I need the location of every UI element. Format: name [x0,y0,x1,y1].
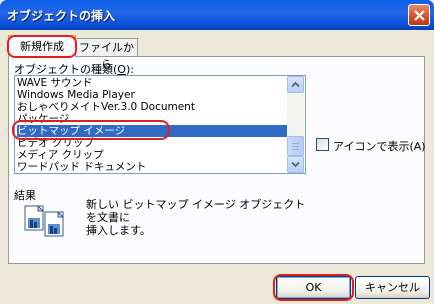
chevron-up-icon [291,81,300,88]
display-as-icon-checkbox[interactable] [316,138,329,151]
list-item[interactable]: パッケージ [17,113,287,125]
list-item[interactable]: メディア クリップ [17,149,287,161]
cancel-button[interactable]: キャンセル [355,276,430,299]
result-label: 結果 [14,189,36,202]
window-title: オブジェクトの挿入 [7,9,116,23]
close-button[interactable] [408,4,430,26]
ok-button[interactable]: OK [276,276,351,299]
chevron-down-icon [291,161,300,168]
result-description: 新しい ビットマップ イメージ オブジェクトを文書に 挿入します。 [86,198,306,237]
list-item[interactable]: Windows Media Player [17,89,287,101]
list-item[interactable]: おしゃべりメイトVer.3.0 Document [17,101,287,113]
insert-object-dialog: オブジェクトの挿入 ファイルから 新規作成 オブジェクトの種類(O): WAVE… [0,0,434,304]
list-item-selected[interactable]: ビットマップ イメージ [17,125,287,137]
tab-from-file[interactable]: ファイルから [75,38,138,71]
tab-create-new[interactable]: 新規作成 [8,35,76,57]
list-scrollbar[interactable] [287,76,304,173]
list-item[interactable]: WAVE サウンド [17,77,287,89]
list-item[interactable]: ビデオ クリップ [17,137,287,149]
list-item[interactable]: ワードパッド ドキュメント [17,161,287,173]
title-bar[interactable]: オブジェクトの挿入 [0,0,434,30]
object-type-listbox[interactable]: WAVE サウンド Windows Media Player おしゃべりメイトV… [14,75,306,174]
scroll-thumb[interactable] [287,136,304,156]
tab-label: 新規作成 [20,40,64,53]
scroll-up-button[interactable] [287,76,304,93]
close-icon [414,10,425,21]
checkbox-label: アイコンで表示(A) [333,140,426,153]
scroll-down-button[interactable] [287,156,304,173]
insert-object-icon [24,204,65,237]
